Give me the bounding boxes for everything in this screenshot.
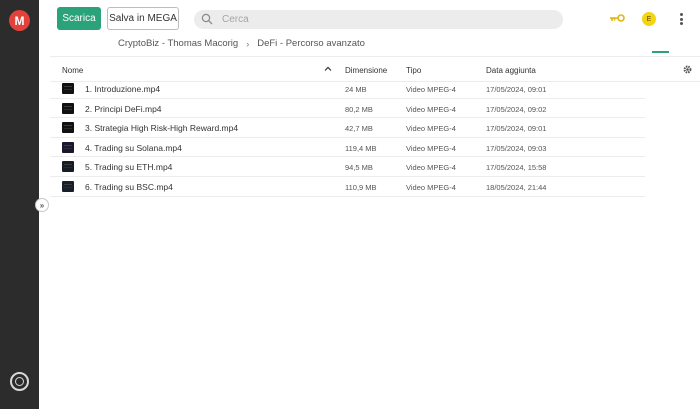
file-type: Video MPEG-4 bbox=[406, 104, 456, 114]
breadcrumb: CryptoBiz - Thomas Macorig › DeFi - Perc… bbox=[118, 38, 365, 49]
active-view-indicator bbox=[652, 51, 669, 53]
file-size: 110,9 MB bbox=[345, 183, 377, 192]
key-icon[interactable] bbox=[609, 12, 625, 24]
kebab-menu-icon[interactable] bbox=[678, 11, 684, 27]
file-name: 4. Trading su Solana.mp4 bbox=[85, 142, 182, 153]
chevron-right-icon: › bbox=[246, 38, 250, 49]
mega-sync-icon[interactable] bbox=[10, 372, 29, 391]
file-type: Video MPEG-4 bbox=[406, 163, 456, 173]
file-name: 2. Principi DeFi.mp4 bbox=[85, 103, 162, 114]
expand-sidebar-icon[interactable]: » bbox=[35, 198, 49, 212]
file-size: 80,2 MB bbox=[345, 104, 373, 114]
file-type: Video MPEG-4 bbox=[406, 143, 456, 153]
file-name: 5. Trading su ETH.mp4 bbox=[85, 162, 173, 173]
file-date: 17/05/2024, 15:58 bbox=[486, 163, 547, 173]
breadcrumb-item-parent[interactable]: CryptoBiz - Thomas Macorig bbox=[118, 38, 238, 49]
gear-icon[interactable] bbox=[682, 64, 693, 75]
file-name: 1. Introduzione.mp4 bbox=[85, 84, 161, 94]
mega-logo-icon[interactable]: M bbox=[9, 10, 30, 31]
file-type: Video MPEG-4 bbox=[406, 183, 456, 192]
sort-chevron-up-icon[interactable] bbox=[324, 65, 332, 73]
file-date: 17/05/2024, 09:03 bbox=[486, 143, 547, 153]
column-header-date[interactable]: Data aggiunta bbox=[486, 66, 536, 75]
search-input[interactable] bbox=[222, 12, 542, 27]
file-type: Video MPEG-4 bbox=[406, 85, 456, 94]
video-thumbnail-icon bbox=[62, 161, 74, 173]
download-button[interactable]: Scarica bbox=[57, 7, 101, 30]
table-row[interactable]: 6. Trading su BSC.mp4 110,9 MB Video MPE… bbox=[50, 177, 645, 197]
column-header-type[interactable]: Tipo bbox=[406, 66, 421, 75]
column-header-name[interactable]: Nome bbox=[62, 66, 83, 75]
video-thumbnail-icon bbox=[62, 83, 74, 94]
file-date: 17/05/2024, 09:02 bbox=[486, 104, 547, 114]
table-row[interactable]: 4. Trading su Solana.mp4 119,4 MB Video … bbox=[50, 138, 645, 158]
search-icon bbox=[201, 13, 213, 25]
save-to-mega-button[interactable]: Salva in MEGA bbox=[107, 7, 179, 30]
video-thumbnail-icon bbox=[62, 181, 74, 192]
file-date: 18/05/2024, 21:44 bbox=[486, 183, 547, 192]
table-row[interactable]: 2. Principi DeFi.mp4 80,2 MB Video MPEG-… bbox=[50, 99, 645, 119]
table-row[interactable]: 3. Strategia High Risk-High Reward.mp4 4… bbox=[50, 118, 645, 138]
table-row[interactable]: 1. Introduzione.mp4 24 MB Video MPEG-4 1… bbox=[50, 79, 645, 99]
file-size: 119,4 MB bbox=[345, 143, 377, 153]
file-type: Video MPEG-4 bbox=[406, 124, 456, 134]
video-thumbnail-icon bbox=[62, 102, 74, 114]
video-thumbnail-icon bbox=[62, 122, 74, 134]
table-row[interactable]: 5. Trading su ETH.mp4 94,5 MB Video MPEG… bbox=[50, 157, 645, 177]
file-date: 17/05/2024, 09:01 bbox=[486, 124, 547, 134]
left-rail: M bbox=[0, 0, 39, 409]
file-date: 17/05/2024, 09:01 bbox=[486, 85, 547, 94]
column-header-size[interactable]: Dimensione bbox=[345, 66, 387, 75]
breadcrumb-item-current[interactable]: DeFi - Percorso avanzato bbox=[257, 38, 365, 49]
search-bar[interactable] bbox=[194, 10, 563, 29]
file-name: 3. Strategia High Risk-High Reward.mp4 bbox=[85, 123, 239, 134]
avatar[interactable]: E bbox=[642, 12, 656, 26]
file-name: 6. Trading su BSC.mp4 bbox=[85, 182, 173, 192]
video-thumbnail-icon bbox=[62, 141, 74, 153]
file-size: 24 MB bbox=[345, 85, 367, 94]
file-size: 94,5 MB bbox=[345, 163, 373, 173]
file-size: 42,7 MB bbox=[345, 124, 373, 134]
app-root: M » Scarica Salva in MEGA E CryptoBiz - … bbox=[0, 0, 700, 409]
